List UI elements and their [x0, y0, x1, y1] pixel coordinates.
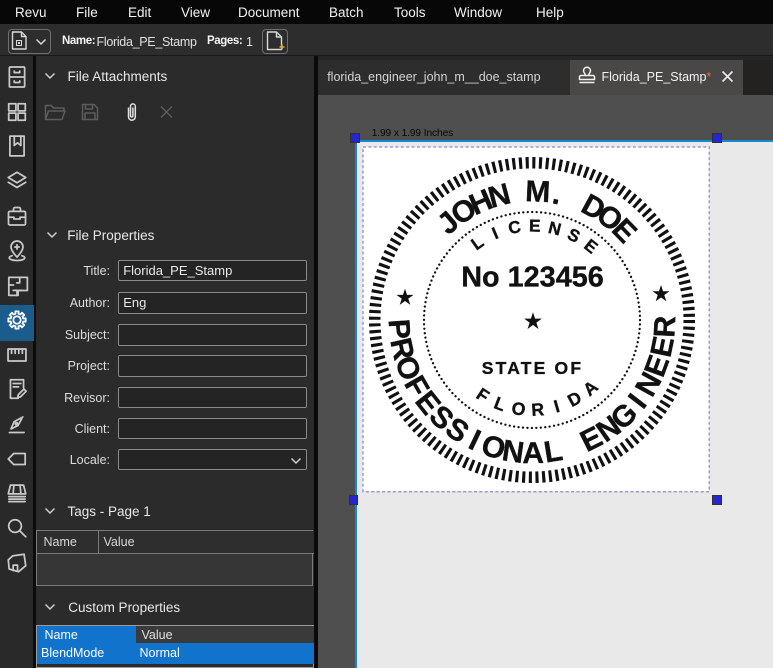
svg-text:R: R [648, 315, 682, 339]
svg-text:R: R [531, 399, 545, 420]
svg-text:S: S [564, 224, 583, 247]
svg-text:E: E [580, 235, 601, 258]
svg-text:F: F [473, 384, 493, 407]
svg-text:L: L [542, 434, 565, 469]
svg-text:O: O [510, 398, 527, 420]
svg-text:A: A [579, 376, 602, 400]
svg-text:STATE OF: STATE OF [482, 358, 584, 378]
svg-text:I: I [489, 223, 501, 243]
svg-text:M: M [525, 175, 551, 209]
svg-text:D: D [564, 387, 585, 411]
svg-text:.: . [550, 177, 565, 211]
svg-text:No 123456: No 123456 [461, 262, 603, 294]
svg-text:I: I [552, 396, 562, 417]
svg-text:L: L [491, 393, 508, 416]
svg-text:C: C [507, 216, 523, 238]
svg-text:A: A [522, 437, 544, 470]
svg-text:L: L [467, 232, 487, 254]
svg-text:N: N [546, 217, 563, 239]
svg-text:E: E [529, 215, 541, 235]
